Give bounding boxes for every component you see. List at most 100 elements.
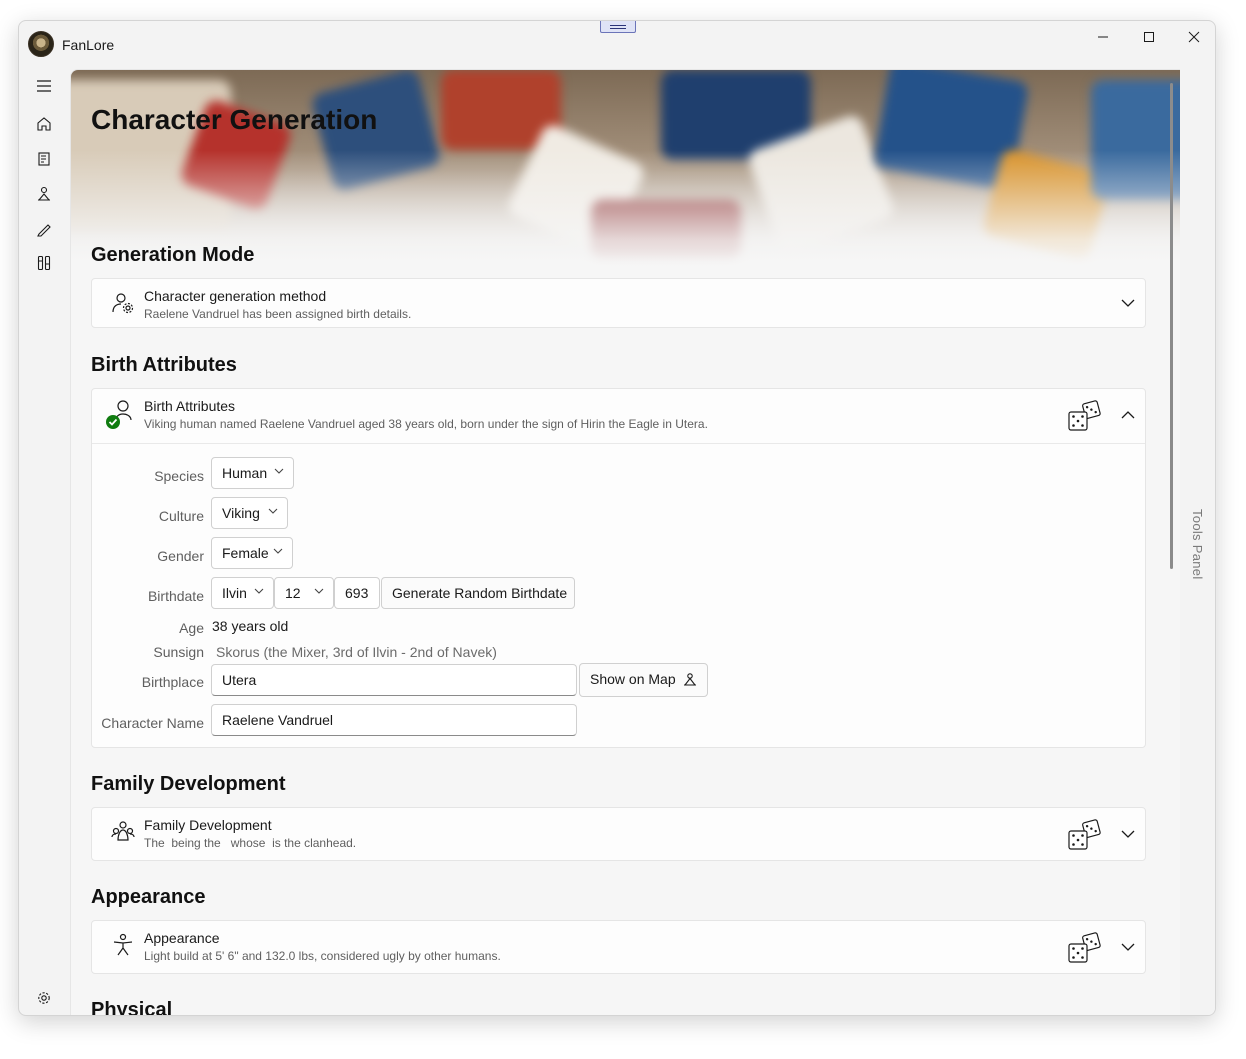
birth-day-value: 12 [285, 585, 301, 601]
main-content: Character Generation Generation Mode Cha… [70, 69, 1180, 1016]
card-title: Character generation method [144, 288, 327, 304]
map-pin-icon [683, 673, 697, 686]
gender-label: Gender [157, 548, 204, 564]
character-name-input[interactable]: Raelene Vandruel [211, 704, 577, 736]
card-description: Viking human named Raelene Vandruel aged… [144, 417, 708, 431]
chevron-down-icon [254, 588, 264, 594]
vertical-scrollbar[interactable] [1170, 83, 1173, 569]
nav-character[interactable] [31, 181, 57, 207]
title-bar: FanLore [19, 21, 1215, 69]
expand-toggle[interactable] [1119, 294, 1137, 312]
chevron-up-icon [1121, 411, 1135, 419]
chevron-down-icon [1121, 830, 1135, 838]
chevron-down-icon [268, 508, 278, 514]
birth-year-value: 693 [345, 585, 369, 601]
card-description: Light build at 5' 6" and 132.0 lbs, cons… [144, 949, 501, 963]
chevron-down-icon [1121, 299, 1135, 307]
character-name-label: Character Name [101, 715, 204, 731]
sunsign-value: Skorus (the Mixer, 3rd of Ilvin - 2nd of… [216, 644, 497, 660]
nav-tools[interactable] [31, 250, 57, 276]
culture-value: Viking [222, 505, 260, 521]
card-description: Raelene Vandruel has been assigned birth… [144, 307, 412, 321]
card-title: Family Development [144, 817, 272, 833]
tools-panel-label: Tools Panel [1190, 509, 1205, 580]
randomize-family-button[interactable] [1067, 818, 1101, 852]
birthplace-input[interactable]: Utera [211, 664, 577, 696]
character-name-value: Raelene Vandruel [222, 712, 334, 728]
section-heading-physical: Physical [91, 999, 173, 1016]
show-on-map-button[interactable]: Show on Map [579, 663, 708, 697]
person-gear-icon [110, 290, 136, 316]
dice-icon [1068, 400, 1101, 431]
section-heading-family-development: Family Development [91, 773, 286, 795]
character-icon [37, 186, 51, 201]
collapse-toggle[interactable] [1119, 406, 1137, 424]
birthplace-value: Utera [222, 672, 257, 688]
gender-value: Female [222, 545, 269, 561]
page-title: Character Generation [91, 104, 378, 135]
home-icon [37, 117, 51, 131]
tools-panel[interactable]: Tools Panel [1181, 69, 1215, 1015]
species-value: Human [222, 465, 268, 481]
menu-icon [37, 80, 51, 92]
birth-attributes-card: Birth Attributes Viking human named Rael… [91, 388, 1146, 748]
appearance-card[interactable]: Appearance Light build at 5' 6" and 132.… [91, 920, 1146, 974]
section-heading-appearance: Appearance [91, 886, 206, 908]
section-heading-birth-attributes: Birth Attributes [91, 354, 237, 376]
tools-icon [37, 255, 51, 271]
birth-month-dropdown[interactable]: Ilvin [211, 577, 274, 609]
dice-icon [1068, 932, 1101, 963]
card-title: Appearance [144, 930, 220, 946]
card-title: Birth Attributes [144, 398, 236, 414]
birth-month-value: Ilvin [222, 585, 247, 601]
birthdate-label: Birthdate [147, 588, 204, 604]
close-button[interactable] [1171, 21, 1215, 53]
nav-settings[interactable] [31, 985, 57, 1011]
age-label: Age [179, 620, 204, 636]
age-value: 38 years old [212, 618, 289, 634]
birth-attributes-form: Species Human Culture Viking Gender Fema… [92, 443, 1145, 747]
app-logo [28, 31, 54, 57]
nav-rail [19, 69, 70, 1015]
person-check-icon [104, 398, 138, 432]
app-window: FanLore Character Generation Generation … [18, 20, 1216, 1016]
body-icon [110, 932, 136, 958]
chevron-down-icon [1121, 943, 1135, 951]
birth-day-dropdown[interactable]: 12 [274, 577, 334, 609]
gear-icon [38, 992, 50, 1004]
birth-attributes-header[interactable]: Birth Attributes Viking human named Rael… [92, 389, 1145, 443]
minimize-button[interactable] [1080, 21, 1126, 53]
hero-banner-image [71, 70, 1180, 270]
maximize-icon [1144, 32, 1154, 42]
app-title: FanLore [62, 37, 115, 53]
randomize-birth-button[interactable] [1067, 399, 1101, 433]
birthplace-label: Birthplace [141, 674, 204, 690]
close-icon [1188, 31, 1200, 43]
species-dropdown[interactable]: Human [211, 457, 294, 489]
culture-dropdown[interactable]: Viking [211, 497, 288, 529]
chevron-down-icon [274, 468, 284, 474]
expand-toggle[interactable] [1119, 825, 1137, 843]
culture-label: Culture [158, 508, 204, 524]
section-heading-generation-mode: Generation Mode [91, 244, 255, 266]
card-description: The being the whose is the clanhead. [144, 836, 357, 850]
sunsign-label: Sunsign [153, 644, 204, 660]
notebook-icon [38, 152, 50, 166]
pen-icon [37, 224, 51, 237]
menu-toggle-button[interactable] [31, 73, 57, 99]
family-development-card[interactable]: Family Development The being the whose i… [91, 807, 1146, 861]
species-label: Species [154, 468, 204, 484]
randomize-appearance-button[interactable] [1067, 931, 1101, 965]
nav-writing[interactable] [31, 216, 57, 242]
nav-notebook[interactable] [31, 146, 57, 172]
birth-year-input[interactable]: 693 [334, 577, 380, 609]
generation-method-card[interactable]: Character generation method Raelene Vand… [91, 278, 1146, 328]
nav-home[interactable] [31, 111, 57, 137]
show-on-map-label: Show on Map [590, 671, 676, 687]
expand-toggle[interactable] [1119, 938, 1137, 956]
family-icon [110, 819, 136, 845]
gender-dropdown[interactable]: Female [211, 537, 293, 569]
dice-icon [1068, 819, 1101, 850]
maximize-button[interactable] [1126, 21, 1172, 53]
generate-random-birthdate-button[interactable]: Generate Random Birthdate [381, 577, 575, 609]
